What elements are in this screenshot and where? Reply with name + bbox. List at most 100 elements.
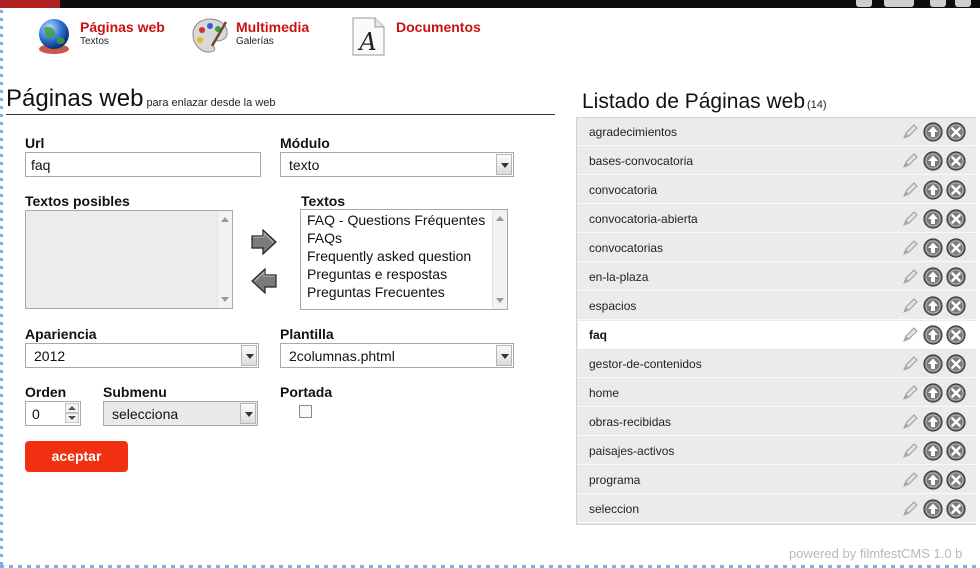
list-item[interactable]: Preguntas Frecuentes [301,283,507,301]
page-name[interactable]: gestor-de-contenidos [589,357,702,371]
page-row[interactable]: home [578,379,976,407]
top-strip-button[interactable] [930,0,946,7]
top-strip-button[interactable] [955,0,971,7]
delete-icon[interactable] [946,325,966,345]
page-name[interactable]: en-la-plaza [589,270,648,284]
edit-pencil-icon[interactable] [901,268,919,286]
page-name[interactable]: seleccion [589,502,639,516]
edit-pencil-icon[interactable] [901,442,919,460]
chevron-down-icon[interactable] [496,154,512,175]
page-row[interactable]: seleccion [578,495,976,523]
textos-posibles-list[interactable] [25,210,233,309]
portada-checkbox[interactable] [299,405,312,418]
nav-item-paginas-web[interactable]: Páginas web Textos [34,16,165,56]
page-row[interactable]: faq [578,321,976,349]
plantilla-select[interactable]: 2columnas.phtml [280,343,514,368]
edit-pencil-icon[interactable] [901,413,919,431]
top-strip-button[interactable] [856,0,872,7]
page-name[interactable]: paisajes-activos [589,444,674,458]
page-row[interactable]: agradecimientos [578,118,976,146]
page-name[interactable]: home [589,386,619,400]
delete-icon[interactable] [946,122,966,142]
page-row[interactable]: convocatoria [578,176,976,204]
edit-pencil-icon[interactable] [901,297,919,315]
page-row[interactable]: obras-recibidas [578,408,976,436]
page-name[interactable]: bases-convocatoria [589,154,693,168]
page-row[interactable]: gestor-de-contenidos [578,350,976,378]
page-name[interactable]: agradecimientos [589,125,677,139]
page-name[interactable]: convocatorias [589,241,663,255]
move-left-arrow-icon[interactable] [249,267,279,295]
page-name[interactable]: espacios [589,299,636,313]
move-up-icon[interactable] [923,122,943,142]
delete-icon[interactable] [946,354,966,374]
page-name[interactable]: convocatoria-abierta [589,212,698,226]
modulo-select[interactable]: texto [280,152,514,177]
page-row[interactable]: en-la-plaza [578,263,976,291]
orden-stepper[interactable]: 0 [25,401,81,426]
edit-pencil-icon[interactable] [901,384,919,402]
list-item[interactable]: Frequently asked question [301,247,507,265]
page-name[interactable]: programa [589,473,640,487]
list-item[interactable]: FAQ - Questions Fréquentes [301,211,507,229]
move-up-icon[interactable] [923,470,943,490]
list-item[interactable]: FAQs [301,229,507,247]
move-up-icon[interactable] [923,383,943,403]
top-strip-button[interactable] [884,0,914,7]
submenu-select[interactable]: selecciona [103,401,258,426]
apariencia-select[interactable]: 2012 [25,343,259,368]
textos-list[interactable]: FAQ - Questions Fréquentes FAQs Frequent… [300,209,508,310]
move-up-icon[interactable] [923,412,943,432]
delete-icon[interactable] [946,238,966,258]
move-up-icon[interactable] [923,209,943,229]
edit-pencil-icon[interactable] [901,326,919,344]
edit-pencil-icon[interactable] [901,123,919,141]
delete-icon[interactable] [946,383,966,403]
edit-pencil-icon[interactable] [901,500,919,518]
delete-icon[interactable] [946,151,966,171]
scrollbar[interactable] [217,211,232,308]
nav-item-documentos[interactable]: A Documentos [350,16,481,56]
url-input[interactable]: faq [25,152,261,177]
move-up-icon[interactable] [923,441,943,461]
page-row[interactable]: convocatoria-abierta [578,205,976,233]
page-row[interactable]: bases-convocatoria [578,147,976,175]
move-right-arrow-icon[interactable] [249,228,279,256]
move-up-icon[interactable] [923,180,943,200]
move-up-icon[interactable] [923,296,943,316]
move-up-icon[interactable] [923,325,943,345]
delete-icon[interactable] [946,412,966,432]
edit-pencil-icon[interactable] [901,355,919,373]
stepper-down-icon[interactable] [65,413,79,423]
page-name[interactable]: faq [589,328,607,342]
chevron-down-icon[interactable] [240,403,256,424]
page-name[interactable]: obras-recibidas [589,415,671,429]
move-up-icon[interactable] [923,499,943,519]
edit-pencil-icon[interactable] [901,210,919,228]
delete-icon[interactable] [946,441,966,461]
list-item[interactable]: Preguntas e respostas [301,265,507,283]
page-row[interactable]: paisajes-activos [578,437,976,465]
stepper-up-icon[interactable] [65,403,79,413]
delete-icon[interactable] [946,470,966,490]
move-up-icon[interactable] [923,238,943,258]
edit-pencil-icon[interactable] [901,181,919,199]
scrollbar[interactable] [492,210,507,309]
move-up-icon[interactable] [923,267,943,287]
page-row[interactable]: convocatorias [578,234,976,262]
move-up-icon[interactable] [923,354,943,374]
delete-icon[interactable] [946,209,966,229]
page-row[interactable]: programa [578,466,976,494]
edit-pencil-icon[interactable] [901,239,919,257]
chevron-down-icon[interactable] [496,345,512,366]
delete-icon[interactable] [946,499,966,519]
nav-item-multimedia[interactable]: Multimedia Galerías [190,16,309,56]
edit-pencil-icon[interactable] [901,152,919,170]
edit-pencil-icon[interactable] [901,471,919,489]
move-up-icon[interactable] [923,151,943,171]
delete-icon[interactable] [946,180,966,200]
chevron-down-icon[interactable] [241,345,257,366]
page-row[interactable]: espacios [578,292,976,320]
accept-button[interactable]: aceptar [25,441,128,472]
delete-icon[interactable] [946,267,966,287]
